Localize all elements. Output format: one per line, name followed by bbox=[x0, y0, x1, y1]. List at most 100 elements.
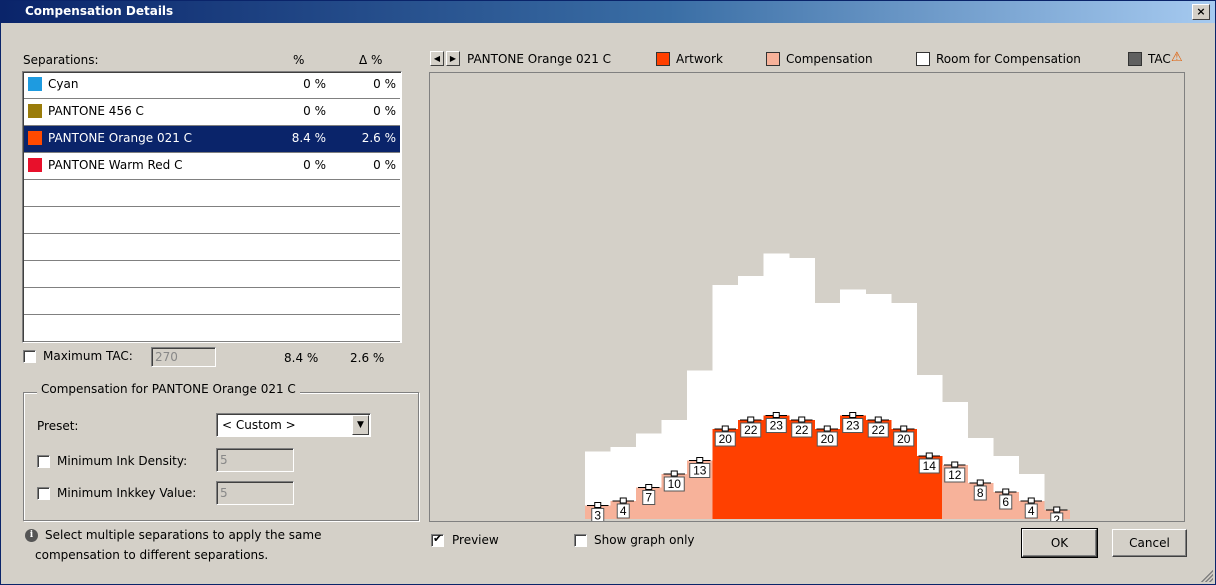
separation-delta: 0 % bbox=[373, 77, 396, 91]
drag-handle[interactable] bbox=[925, 452, 933, 459]
resize-grip[interactable] bbox=[1201, 570, 1213, 582]
empty-separation-row[interactable] bbox=[24, 288, 400, 315]
separation-name: PANTONE Orange 021 C bbox=[48, 131, 193, 145]
legend-tac-label: TAC bbox=[1148, 52, 1171, 66]
drag-handle[interactable] bbox=[772, 412, 780, 418]
maximum-tac-checkbox[interactable] bbox=[23, 350, 36, 363]
drag-handle[interactable] bbox=[594, 502, 602, 508]
info-text-line2: compensation to different separations. bbox=[35, 548, 269, 562]
drag-handle[interactable] bbox=[645, 484, 653, 490]
separation-row[interactable]: Cyan 0 % 0 % bbox=[24, 72, 400, 99]
show-graph-only-checkbox[interactable] bbox=[574, 534, 587, 547]
value-label: 20 bbox=[897, 432, 911, 446]
maximum-tac-input[interactable]: 270 bbox=[151, 347, 216, 367]
drag-handle[interactable] bbox=[1053, 506, 1061, 513]
drag-handle[interactable] bbox=[696, 457, 704, 463]
ok-button[interactable]: OK bbox=[1021, 528, 1098, 558]
empty-separation-row[interactable] bbox=[24, 234, 400, 261]
preset-selected-value: < Custom > bbox=[222, 418, 296, 432]
info-icon: i bbox=[25, 529, 38, 542]
drag-handle[interactable] bbox=[849, 412, 857, 418]
min-inkkey-checkbox[interactable] bbox=[37, 487, 50, 500]
drag-handle[interactable] bbox=[670, 470, 678, 477]
drag-handle[interactable] bbox=[900, 425, 908, 432]
compensation-graph[interactable]: 3 4 7 10 13 20 22 23 22 20 23 22 20 14 12 8 6 4 2 bbox=[429, 72, 1185, 522]
separations-list[interactable]: Cyan 0 % 0 % PANTONE 456 C 0 % 0 % PANTONE Ora… bbox=[22, 71, 402, 343]
min-inkkey-label: Minimum Inkkey Value: bbox=[57, 486, 197, 500]
show-graph-only-label: Show graph only bbox=[594, 533, 695, 547]
drag-handle[interactable] bbox=[874, 416, 882, 423]
value-label: 12 bbox=[948, 468, 962, 482]
value-label: 22 bbox=[872, 423, 886, 437]
cancel-button[interactable]: Cancel bbox=[1112, 529, 1187, 557]
separation-pct: 0 % bbox=[303, 104, 326, 118]
empty-separation-row[interactable] bbox=[24, 180, 400, 207]
color-swatch bbox=[28, 104, 42, 118]
drag-handle[interactable] bbox=[976, 479, 984, 486]
drag-handle[interactable] bbox=[951, 461, 959, 468]
separation-pct: 0 % bbox=[303, 158, 326, 172]
preset-label: Preset: bbox=[37, 419, 79, 433]
next-separation-button[interactable]: ▶ bbox=[446, 51, 460, 66]
compensation-dialog: Compensation Details × Separations: % Δ … bbox=[0, 0, 1216, 585]
separation-name: PANTONE Warm Red C bbox=[48, 158, 183, 172]
window-title: Compensation Details bbox=[25, 4, 174, 18]
value-label: 10 bbox=[668, 477, 682, 491]
min-inkkey-input[interactable]: 5 bbox=[216, 481, 294, 505]
separation-row[interactable]: PANTONE Orange 021 C 8.4 % 2.6 % bbox=[24, 126, 400, 153]
value-label: 3 bbox=[594, 509, 601, 522]
separation-row[interactable]: PANTONE Warm Red C 0 % 0 % bbox=[24, 153, 400, 180]
legend-compensation-label: Compensation bbox=[786, 52, 873, 66]
value-label: 22 bbox=[744, 423, 758, 437]
preset-select[interactable]: < Custom > ▼ bbox=[216, 413, 371, 437]
value-label: 20 bbox=[719, 432, 733, 446]
value-label: 23 bbox=[770, 419, 784, 433]
chevron-down-icon[interactable]: ▼ bbox=[352, 415, 369, 435]
drag-handle[interactable] bbox=[721, 425, 729, 432]
graph-separation-label: PANTONE Orange 021 C bbox=[467, 52, 612, 66]
tac-pct-value: 8.4 % bbox=[284, 351, 319, 365]
delta-header-label: Δ % bbox=[359, 53, 383, 67]
warning-triangle-icon: ⚠ bbox=[1171, 50, 1183, 65]
legend-room-swatch bbox=[916, 52, 930, 66]
separation-pct: 0 % bbox=[303, 77, 326, 91]
drag-handle[interactable] bbox=[823, 425, 831, 432]
legend-artwork-label: Artwork bbox=[676, 52, 723, 66]
empty-separation-row[interactable] bbox=[24, 315, 400, 342]
legend-compensation-swatch bbox=[766, 52, 780, 66]
drag-handle[interactable] bbox=[1002, 488, 1010, 495]
preview-label: Preview bbox=[452, 533, 499, 547]
value-label: 22 bbox=[795, 423, 809, 437]
separation-delta: 0 % bbox=[373, 104, 396, 118]
pct-header-label: % bbox=[293, 53, 305, 67]
info-text-line1: Select multiple separations to apply the… bbox=[45, 528, 322, 542]
separation-pct: 8.4 % bbox=[291, 131, 326, 145]
value-label: 20 bbox=[821, 432, 835, 446]
drag-handle[interactable] bbox=[798, 416, 806, 423]
compensation-graph-svg[interactable]: 3 4 7 10 13 20 22 23 22 20 23 22 20 14 12 8 6 4 2 bbox=[430, 73, 1184, 521]
min-ink-density-input[interactable]: 5 bbox=[216, 448, 294, 472]
preview-checkbox[interactable] bbox=[431, 532, 444, 547]
tac-delta-value: 2.6 % bbox=[350, 351, 385, 365]
value-label: 7 bbox=[645, 491, 652, 505]
empty-separation-row[interactable] bbox=[24, 261, 400, 288]
title-bar[interactable]: Compensation Details × bbox=[1, 1, 1215, 23]
color-swatch bbox=[28, 131, 42, 145]
drag-handle[interactable] bbox=[619, 497, 627, 504]
drag-handle[interactable] bbox=[1027, 497, 1035, 504]
value-label: 14 bbox=[923, 459, 937, 473]
separation-row[interactable]: PANTONE 456 C 0 % 0 % bbox=[24, 99, 400, 126]
min-ink-density-checkbox[interactable] bbox=[37, 455, 50, 468]
drag-handle[interactable] bbox=[747, 416, 755, 423]
value-label: 2 bbox=[1053, 513, 1060, 521]
color-swatch bbox=[28, 158, 42, 172]
value-label: 4 bbox=[620, 504, 627, 518]
legend-artwork-swatch bbox=[656, 52, 670, 66]
separation-delta: 2.6 % bbox=[361, 131, 396, 145]
empty-separation-row[interactable] bbox=[24, 207, 400, 234]
value-label: 4 bbox=[1028, 504, 1035, 518]
maximum-tac-label: Maximum TAC: bbox=[43, 349, 133, 363]
close-button[interactable]: × bbox=[1192, 4, 1210, 20]
prev-separation-button[interactable]: ◀ bbox=[430, 51, 444, 66]
value-label: 13 bbox=[693, 464, 707, 478]
